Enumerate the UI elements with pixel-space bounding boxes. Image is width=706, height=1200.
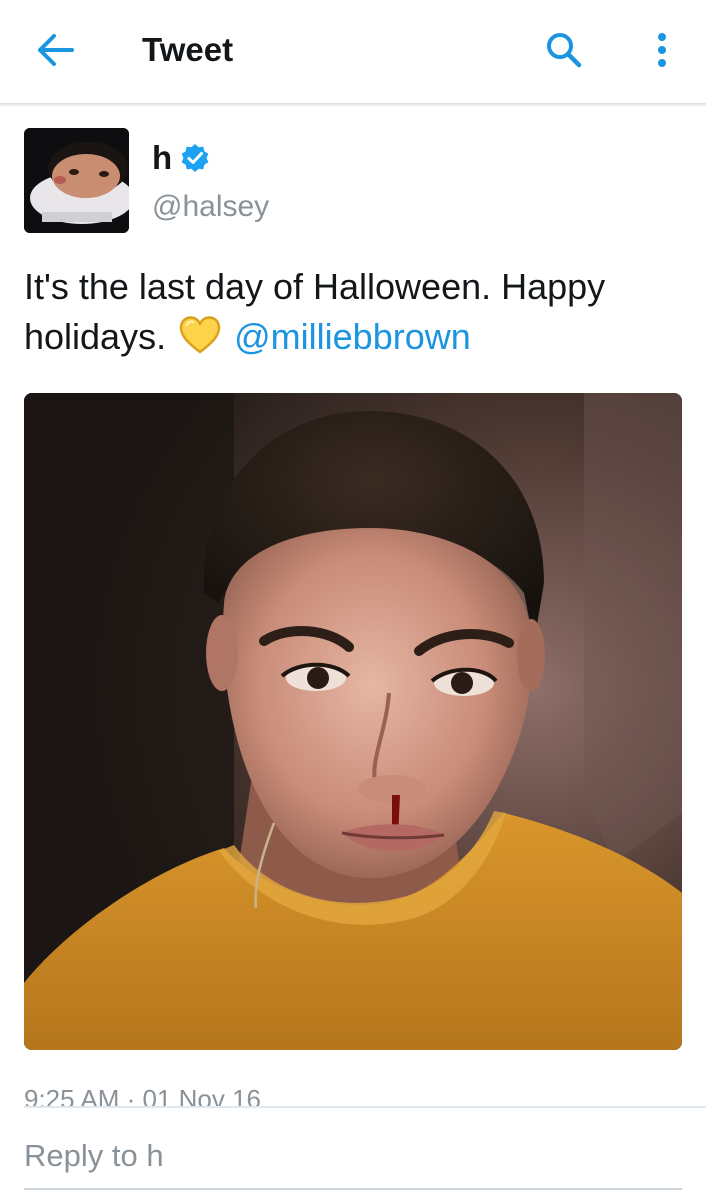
reply-input-underline bbox=[24, 1188, 682, 1190]
author-handle[interactable]: @halsey bbox=[152, 188, 269, 226]
divider bbox=[24, 1106, 706, 1108]
search-icon bbox=[547, 33, 582, 68]
top-app-bar: Tweet bbox=[0, 0, 706, 103]
back-button[interactable] bbox=[28, 26, 82, 74]
yellow-heart-icon bbox=[179, 316, 221, 354]
search-button[interactable] bbox=[538, 24, 590, 76]
selfie-photo-image bbox=[24, 393, 682, 1050]
page-title: Tweet bbox=[142, 31, 234, 68]
arrow-left-icon bbox=[38, 34, 74, 66]
tweet-timestamp: 9:25 AM · 01 Nov 16 bbox=[24, 1084, 262, 1106]
mention-link[interactable]: @milliebbrown bbox=[234, 316, 471, 357]
app-bar-shadow bbox=[0, 103, 706, 107]
reply-input[interactable]: Reply to h bbox=[24, 1134, 664, 1178]
tweet-photo[interactable] bbox=[24, 393, 682, 1050]
author-display-name[interactable]: h bbox=[152, 138, 172, 178]
verified-badge-icon bbox=[181, 144, 209, 172]
tweet-detail-screen: Tweet h @halsey It's the last day of Hal… bbox=[0, 0, 706, 1200]
avatar-image bbox=[24, 128, 129, 233]
avatar[interactable] bbox=[24, 128, 129, 233]
more-options-button[interactable] bbox=[638, 24, 686, 76]
tweet-text: It's the last day of Halloween. Happy ho… bbox=[24, 262, 684, 362]
more-vertical-icon bbox=[658, 33, 666, 67]
